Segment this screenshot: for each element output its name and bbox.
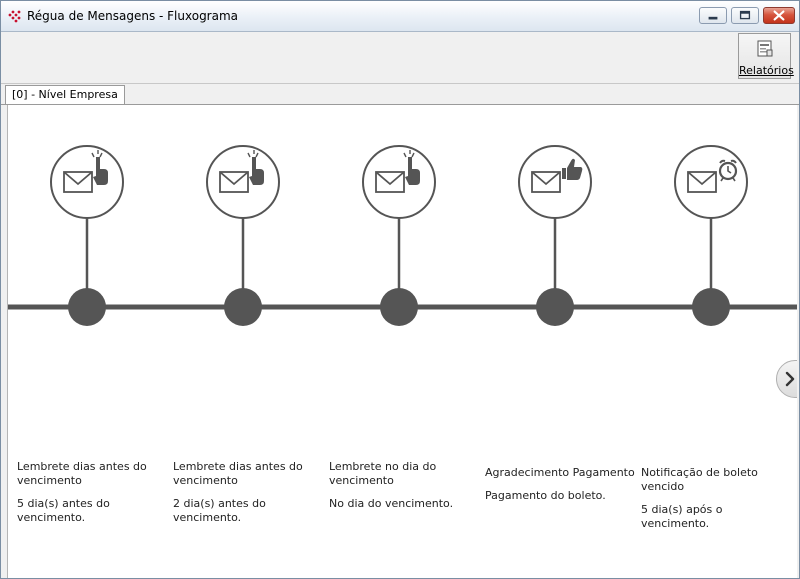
timeline-node (68, 288, 106, 326)
step-title: Lembrete dias antes do vencimento (17, 460, 147, 487)
timeline-step-2[interactable] (206, 145, 280, 326)
step-description: 5 dia(s) antes do vencimento. (17, 497, 110, 524)
flowchart-panel: Lembrete dias antes do vencimento 5 dia(… (7, 105, 797, 578)
toolbar: Relatórios (1, 32, 799, 84)
app-logo-icon (8, 10, 21, 23)
maximize-button[interactable] (731, 7, 759, 24)
step-4-text: Agradecimento Pagamento Pagamento do bol… (485, 466, 635, 503)
timeline-node (380, 288, 418, 326)
report-icon (757, 40, 773, 57)
close-button[interactable] (763, 7, 795, 24)
step-1-text: Lembrete dias antes do vencimento 5 dia(… (17, 460, 167, 525)
step-2-text: Lembrete dias antes do vencimento 2 dia(… (173, 460, 323, 525)
minimize-button[interactable] (699, 7, 727, 24)
window-title: Régua de Mensagens - Fluxograma (27, 9, 239, 23)
chevron-right-icon (785, 371, 795, 387)
step-title: Lembrete no dia do vencimento (329, 460, 437, 487)
step-description: Pagamento do boleto. (485, 489, 606, 502)
close-icon (773, 10, 785, 21)
minimize-icon (708, 16, 718, 20)
step-title: Lembrete dias antes do vencimento (173, 460, 303, 487)
app-window: Régua de Mensagens - Fluxograma Relatóri… (0, 0, 800, 579)
reports-button[interactable]: Relatórios (738, 33, 794, 79)
timeline-step-4[interactable] (518, 145, 592, 326)
timeline-step-5[interactable] (674, 145, 748, 326)
timeline-node (224, 288, 262, 326)
step-description: No dia do vencimento. (329, 497, 454, 510)
title-bar[interactable]: Régua de Mensagens - Fluxograma (1, 1, 799, 32)
step-description: 5 dia(s) após o vencimento. (641, 503, 723, 530)
reports-button-label: Relatórios (739, 64, 794, 77)
timeline-step-3[interactable] (362, 145, 436, 326)
step-title: Agradecimento Pagamento (485, 466, 635, 479)
step-3-text: Lembrete no dia do vencimento No dia do … (329, 460, 479, 511)
tab-strip: [0] - Nível Empresa (1, 84, 799, 105)
timeline (8, 145, 797, 326)
step-title: Notificação de boleto vencido (641, 466, 758, 493)
timeline-node (536, 288, 574, 326)
timeline-node (692, 288, 730, 326)
maximize-icon (739, 10, 751, 20)
timeline-step-1[interactable] (50, 145, 124, 326)
step-5-text: Notificação de boleto vencido 5 dia(s) a… (641, 466, 791, 531)
step-description: 2 dia(s) antes do vencimento. (173, 497, 266, 524)
scroll-right-button[interactable] (776, 360, 797, 398)
tab-nivel-empresa[interactable]: [0] - Nível Empresa (5, 85, 125, 104)
